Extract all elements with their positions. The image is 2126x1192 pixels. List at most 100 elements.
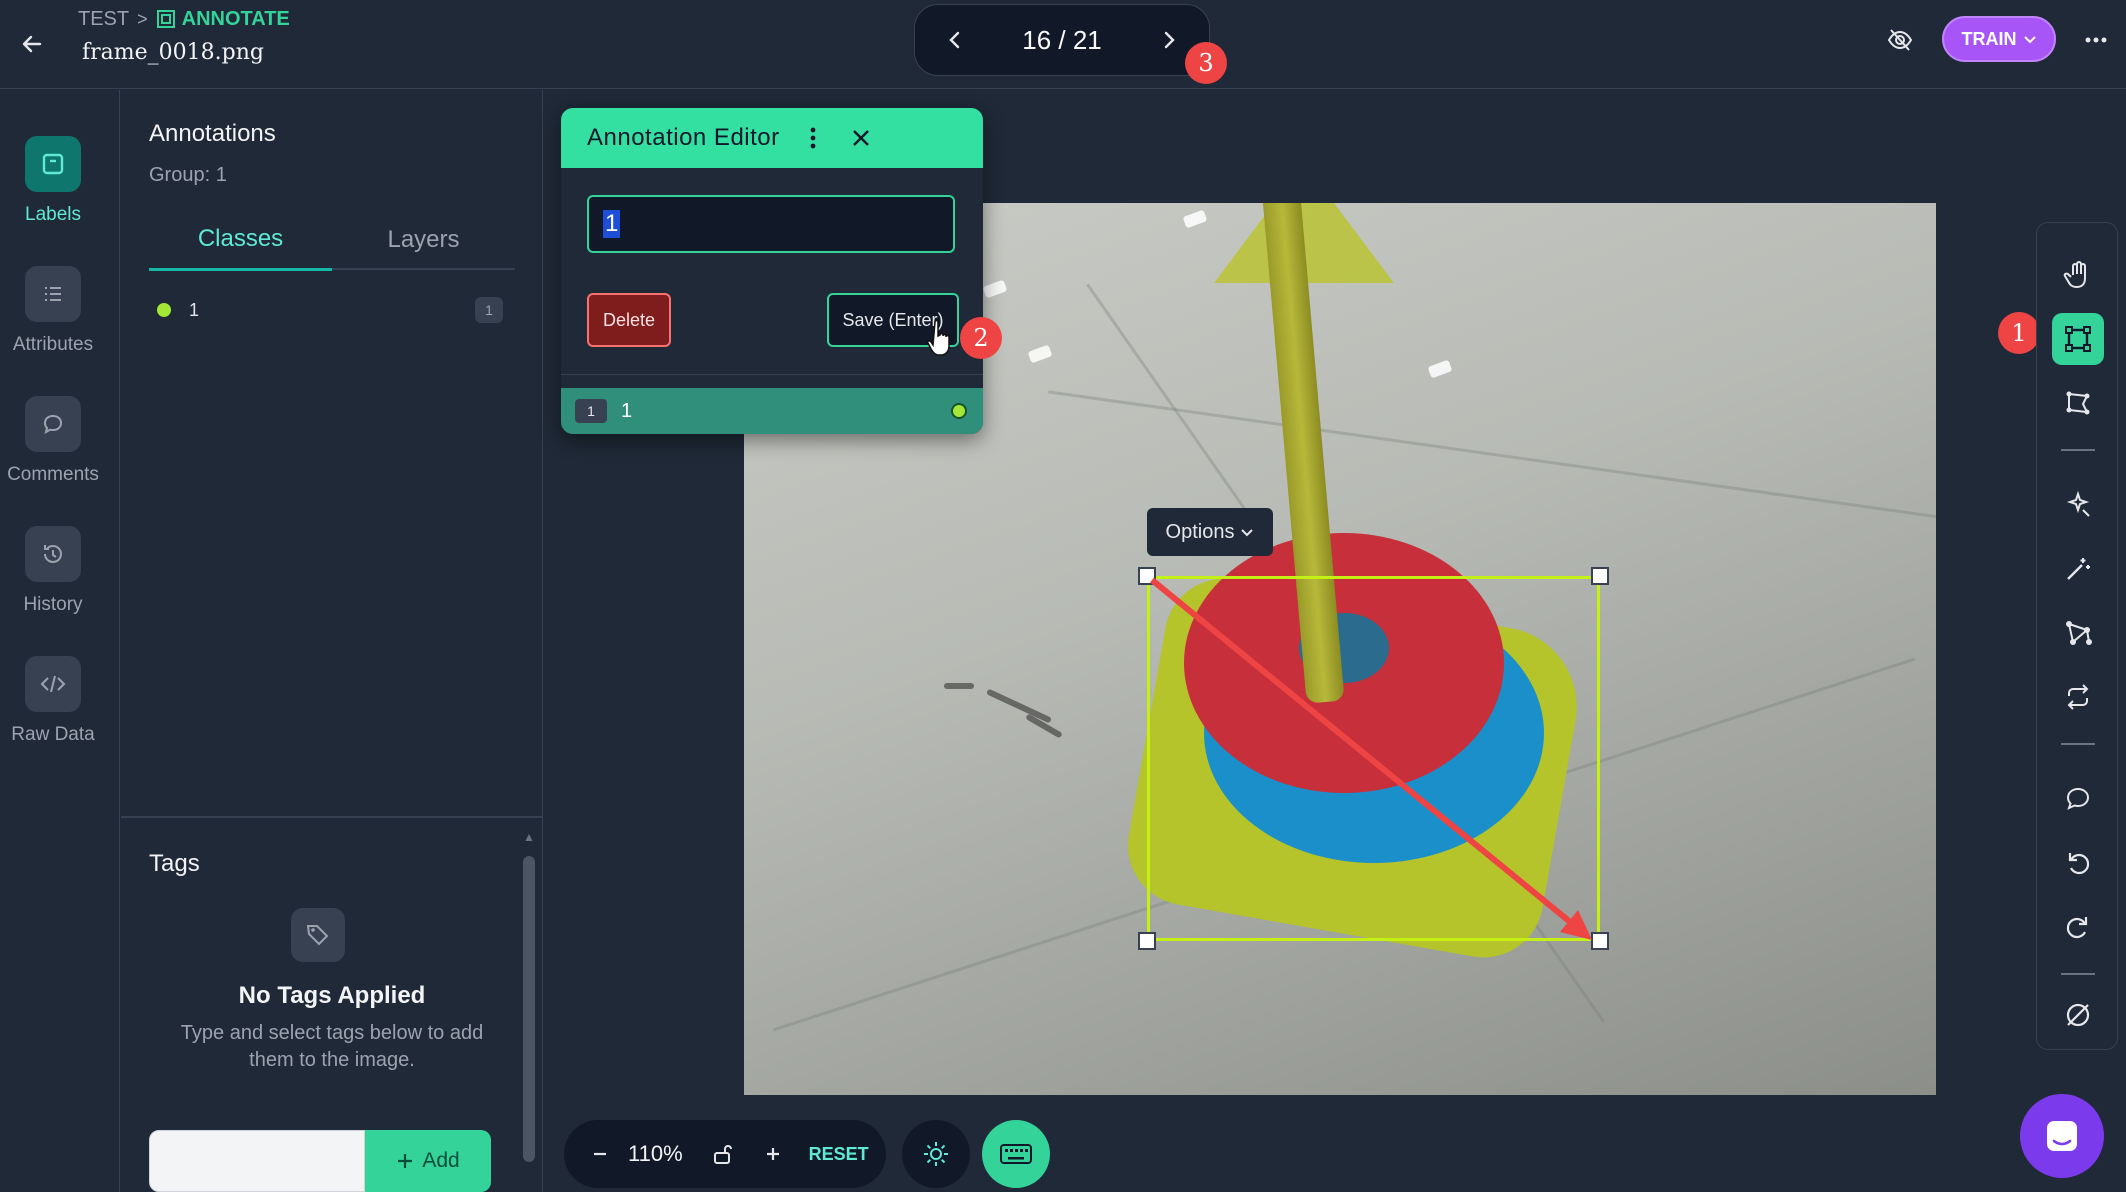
light-reflection	[1427, 359, 1453, 379]
rail-label-raw-data: Raw Data	[11, 724, 95, 745]
floor-mark	[944, 683, 974, 689]
chevron-left-icon	[949, 31, 960, 49]
minus-icon	[594, 1152, 606, 1156]
top-bar: TEST > ANNOTATE frame_0018.png 16 / 21 3…	[0, 0, 2126, 89]
zoom-out-button[interactable]	[572, 1146, 628, 1162]
repeat-previous-icon[interactable]	[2052, 671, 2104, 723]
breadcrumb-annotate: ANNOTATE	[156, 8, 290, 31]
editor-menu-icon[interactable]	[793, 118, 833, 158]
rail-item-comments[interactable]: Comments	[0, 388, 106, 498]
floor-tile-line	[1048, 390, 1936, 519]
bounding-box-tool-icon[interactable]	[2052, 313, 2104, 365]
back-arrow-icon[interactable]	[12, 24, 52, 64]
drag-direction-arrow	[1150, 577, 1592, 940]
tags-empty-description: Type and select tags below to add them t…	[180, 1022, 484, 1071]
rail-label-comments: Comments	[7, 464, 99, 485]
panel-tabs: Classes Layers	[149, 210, 515, 271]
prev-image-button[interactable]	[935, 20, 975, 60]
breadcrumb-separator: >	[137, 8, 148, 29]
options-label: Options	[1165, 520, 1235, 543]
class-list-item[interactable]: 1 1	[149, 290, 515, 330]
brightness-button[interactable]	[902, 1120, 970, 1188]
support-chat-button[interactable]	[2020, 1094, 2104, 1178]
class-count-badge: 1	[475, 297, 503, 323]
options-dropdown-button[interactable]: Options	[1147, 508, 1273, 556]
pan-hand-icon[interactable]	[2052, 249, 2104, 301]
pager-position: 16 / 21	[1022, 24, 1102, 55]
class-color-dot	[951, 403, 967, 419]
toolbar-divider	[2061, 449, 2095, 451]
scroll-up-arrow-icon[interactable]: ▲	[521, 830, 537, 846]
tags-title: Tags	[149, 850, 200, 877]
null-annotation-icon[interactable]	[2052, 989, 2104, 1041]
train-button-label: TRAIN	[1961, 28, 2017, 49]
comment-icon[interactable]	[2052, 773, 2104, 825]
light-reflection	[1027, 344, 1053, 364]
toolbar-divider	[2061, 973, 2095, 975]
chevron-down-icon	[2023, 36, 2036, 44]
breadcrumb-annotate-label: ANNOTATE	[181, 7, 290, 30]
annotate-icon	[156, 10, 175, 28]
tab-layers[interactable]: Layers	[332, 210, 515, 270]
editor-divider	[561, 374, 983, 375]
chevron-down-icon	[1241, 529, 1254, 537]
redo-icon[interactable]	[2052, 901, 2104, 953]
rail-label-attributes: Attributes	[12, 334, 94, 355]
panel-scrollbar[interactable]	[523, 856, 535, 1162]
polygon-tool-icon[interactable]	[2052, 377, 2104, 429]
rail-label-labels: Labels	[25, 204, 81, 225]
tab-classes[interactable]: Classes	[149, 210, 332, 271]
class-option-label: 1	[621, 399, 633, 422]
next-image-button[interactable]	[1149, 20, 1189, 60]
breadcrumb-project[interactable]: TEST	[78, 8, 129, 31]
chat-icon	[2047, 1121, 2077, 1151]
step-badge-3: 3	[1185, 42, 1227, 84]
train-button[interactable]: TRAIN	[1942, 16, 2056, 62]
plus-icon	[398, 1154, 413, 1168]
zoom-in-button[interactable]	[751, 1146, 795, 1162]
zoom-level: 110%	[628, 1141, 683, 1166]
rail-item-raw-data[interactable]: Raw Data	[0, 648, 106, 758]
chevron-right-icon	[1164, 31, 1175, 49]
more-options-icon[interactable]	[2076, 20, 2116, 60]
tag-icon	[291, 908, 345, 962]
zoom-reset-button[interactable]: RESET	[809, 1144, 869, 1165]
code-icon	[25, 656, 81, 712]
class-name-input[interactable]: 1	[587, 195, 955, 253]
comment-icon	[25, 396, 81, 452]
unlock-icon	[713, 1145, 732, 1164]
plus-icon	[766, 1148, 779, 1160]
add-tag-label: Add	[422, 1149, 460, 1172]
rail-label-history: History	[23, 594, 83, 615]
magic-wand-icon[interactable]	[2052, 543, 2104, 595]
rail-item-attributes[interactable]: Attributes	[0, 258, 106, 368]
smart-select-icon[interactable]	[2052, 479, 2104, 531]
floor-mark	[986, 688, 1052, 724]
keyboard-shortcuts-button[interactable]	[982, 1120, 1050, 1188]
annotations-panel: Annotations Group: 1 Classes Layers 1 1 …	[121, 90, 543, 1192]
hide-annotations-icon[interactable]	[1880, 20, 1920, 60]
delete-button[interactable]: Delete	[587, 293, 671, 347]
mouse-pointer-icon	[927, 319, 950, 356]
add-tag-button[interactable]: Add	[365, 1130, 491, 1192]
undo-icon[interactable]	[2052, 837, 2104, 889]
keypoint-tool-icon[interactable]	[2052, 607, 2104, 659]
sun-icon	[924, 1142, 948, 1166]
zoom-lock-button[interactable]	[695, 1143, 751, 1165]
rail-item-labels[interactable]: Labels	[0, 128, 106, 238]
step-badge-1: 1	[1998, 312, 2040, 354]
editor-header: Annotation Editor	[561, 108, 983, 168]
rail-item-history[interactable]: History	[0, 518, 106, 628]
tag-input[interactable]	[149, 1130, 365, 1192]
left-nav-rail: Labels Attributes Comments History Raw D…	[0, 90, 120, 1192]
image-pager: 16 / 21	[914, 4, 1210, 76]
step-badge-2: 2	[960, 317, 1002, 359]
labels-icon	[25, 136, 81, 192]
editor-title: Annotation Editor	[587, 124, 780, 151]
class-name: 1	[189, 299, 200, 320]
class-color-dot	[157, 303, 171, 317]
tags-divider	[121, 816, 543, 818]
keyboard-icon	[1000, 1144, 1032, 1164]
close-icon[interactable]	[841, 118, 881, 158]
editor-class-option[interactable]: 1 1	[561, 388, 983, 434]
